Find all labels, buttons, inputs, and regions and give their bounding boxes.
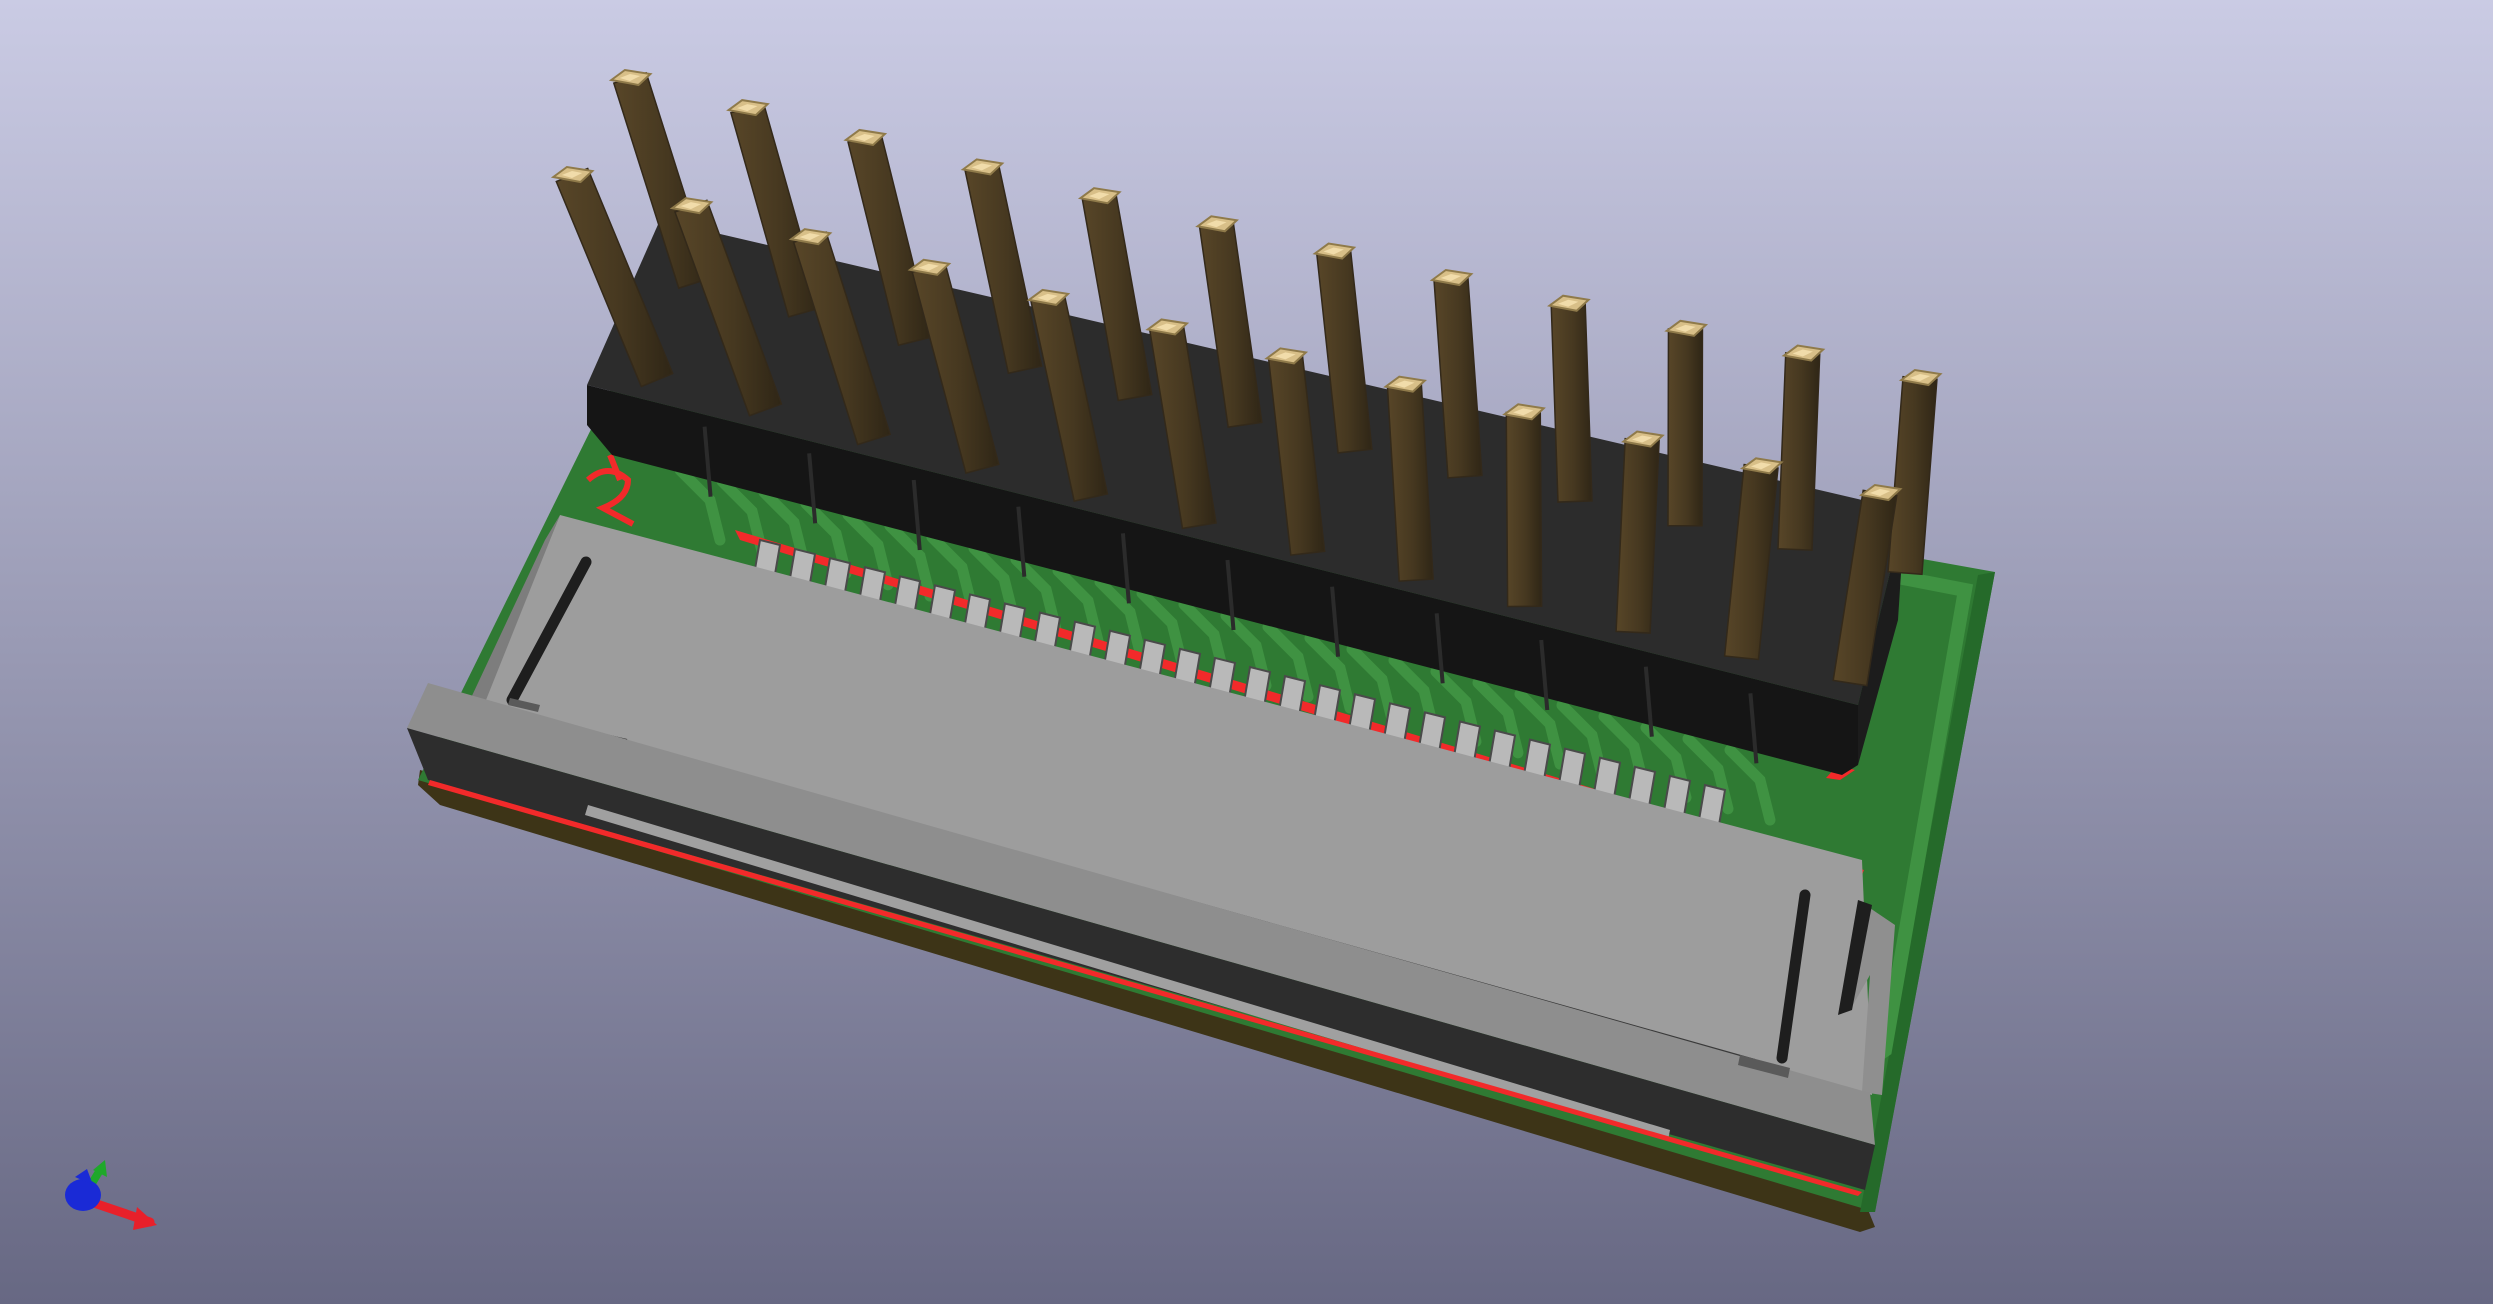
axis-x-arrowhead [133,1207,157,1230]
pcb-3d-scene[interactable] [0,0,2493,1304]
header-pin[interactable] [1664,319,1709,527]
axis-z-icon [65,1179,101,1211]
header-pin[interactable] [1502,403,1546,608]
3d-viewport[interactable] [0,0,2493,1304]
axes-orientation-gizmo [65,1160,157,1230]
